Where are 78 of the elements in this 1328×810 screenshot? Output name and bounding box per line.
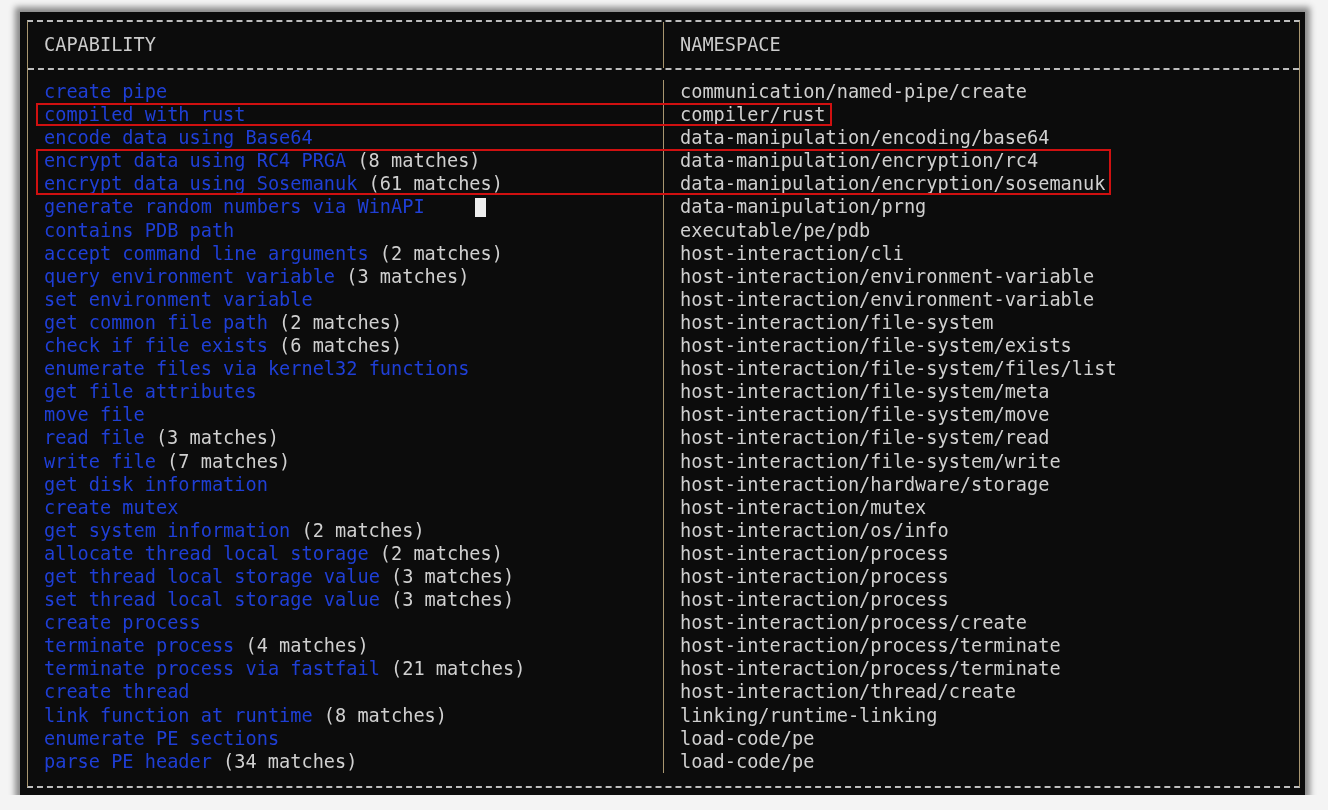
match-count: (61 matches)	[368, 172, 503, 196]
namespace-text: host-interaction/hardware/storage	[680, 472, 1050, 496]
capability-name: parse PE header	[44, 749, 212, 773]
namespace-text: communication/named-pipe/create	[680, 80, 1028, 104]
match-count: (2 matches)	[301, 518, 425, 542]
namespace-text: host-interaction/thread/create	[680, 680, 1016, 704]
capability-name: encrypt data using Sosemanuk	[44, 172, 358, 196]
capability-name: contains PDB path	[44, 218, 235, 242]
namespace-text: host-interaction/process	[680, 541, 949, 565]
match-count: (8 matches)	[357, 149, 481, 173]
capability-name: read file	[44, 426, 145, 450]
namespace-text: host-interaction/process/create	[680, 611, 1028, 635]
capability-name: create thread	[44, 680, 190, 704]
capability-name: create process	[44, 611, 201, 635]
match-count: (21 matches)	[391, 657, 526, 681]
capability-name: terminate process	[44, 634, 235, 658]
namespace-text: host-interaction/file-system/move	[680, 403, 1050, 427]
namespace-text: data-manipulation/encryption/sosemanuk	[680, 172, 1106, 196]
namespace-text: linking/runtime-linking	[680, 703, 938, 727]
match-count: (3 matches)	[155, 426, 280, 450]
namespace-text: host-interaction/environment-variable	[680, 264, 1095, 288]
namespace-text: compiler/rust	[680, 103, 826, 127]
capability-name: write file	[44, 449, 156, 473]
capability-name: get thread local storage value	[44, 564, 380, 589]
namespace-text: data-manipulation/prng	[680, 195, 927, 219]
namespace-text: host-interaction/file-system/meta	[680, 380, 1050, 404]
capability-name: get common file path	[44, 310, 268, 335]
namespace-text: host-interaction/file-system	[680, 310, 994, 335]
capability-name: set thread local storage value	[44, 588, 380, 612]
match-count: (34 matches)	[223, 749, 358, 773]
namespace-text: host-interaction/file-system/write	[680, 449, 1061, 473]
namespace-text: data-manipulation/encoding/base64	[680, 126, 1050, 150]
namespace-text: load-code/pe	[680, 726, 815, 750]
namespace-text: host-interaction/file-system/exists	[680, 334, 1072, 358]
namespace-text: host-interaction/cli	[680, 241, 904, 265]
namespace-text: host-interaction/environment-variable	[680, 287, 1095, 311]
capability-name: query environment variable	[44, 264, 336, 288]
capability-name: encode data using Base64	[44, 126, 313, 150]
match-count: (3 matches)	[346, 264, 470, 288]
match-count: (3 matches)	[391, 588, 515, 612]
namespace-text: data-manipulation/encryption/rc4	[680, 149, 1039, 173]
column-header: CAPABILITY	[44, 34, 156, 55]
capability-name: encrypt data using RC4 PRGA	[44, 149, 347, 173]
namespace-text: host-interaction/process	[680, 564, 949, 589]
capability-name: get file attributes	[44, 380, 257, 404]
capability-name: set environment variable	[44, 287, 313, 311]
capability-name: get system information	[44, 518, 291, 542]
capability-name: compiled with rust	[44, 103, 246, 127]
namespace-text: host-interaction/mutex	[680, 495, 927, 519]
namespace-text: host-interaction/os/info	[680, 518, 949, 542]
capability-name: enumerate files via kernel32 functions	[44, 357, 470, 381]
capability-name: check if file exists	[44, 334, 268, 358]
namespace-text: executable/pe/pdb	[680, 218, 871, 242]
match-count: (4 matches)	[245, 634, 369, 658]
capability-name: link function at runtime	[44, 703, 313, 727]
capability-name: allocate thread local storage	[44, 541, 369, 565]
match-count: (3 matches)	[391, 564, 515, 589]
match-count: (2 matches)	[379, 541, 503, 565]
capability-name: create pipe	[44, 80, 168, 104]
namespace-text: host-interaction/file-system/read	[680, 426, 1050, 450]
match-count: (7 matches)	[167, 449, 291, 473]
namespace-text: load-code/pe	[680, 749, 815, 773]
capability-name: enumerate PE sections	[44, 726, 280, 750]
match-count: (2 matches)	[379, 241, 503, 265]
capability-name: move file	[44, 403, 145, 427]
namespace-text: host-interaction/file-system/files/list	[680, 357, 1117, 381]
match-count: (6 matches)	[279, 334, 403, 358]
capability-name: generate random numbers via WinAPI	[44, 195, 425, 219]
column-header: NAMESPACE	[680, 34, 781, 55]
capability-name: create mutex	[44, 495, 179, 519]
capability-name: terminate process via fastfail	[44, 657, 380, 681]
capability-name: accept command line arguments	[44, 241, 369, 265]
namespace-text: host-interaction/process/terminate	[680, 657, 1061, 681]
namespace-text: host-interaction/process	[680, 588, 949, 612]
match-count: (8 matches)	[323, 703, 447, 727]
capability-name: get disk information	[44, 472, 268, 496]
namespace-text: host-interaction/process/terminate	[680, 634, 1061, 658]
match-count: (2 matches)	[279, 310, 403, 335]
